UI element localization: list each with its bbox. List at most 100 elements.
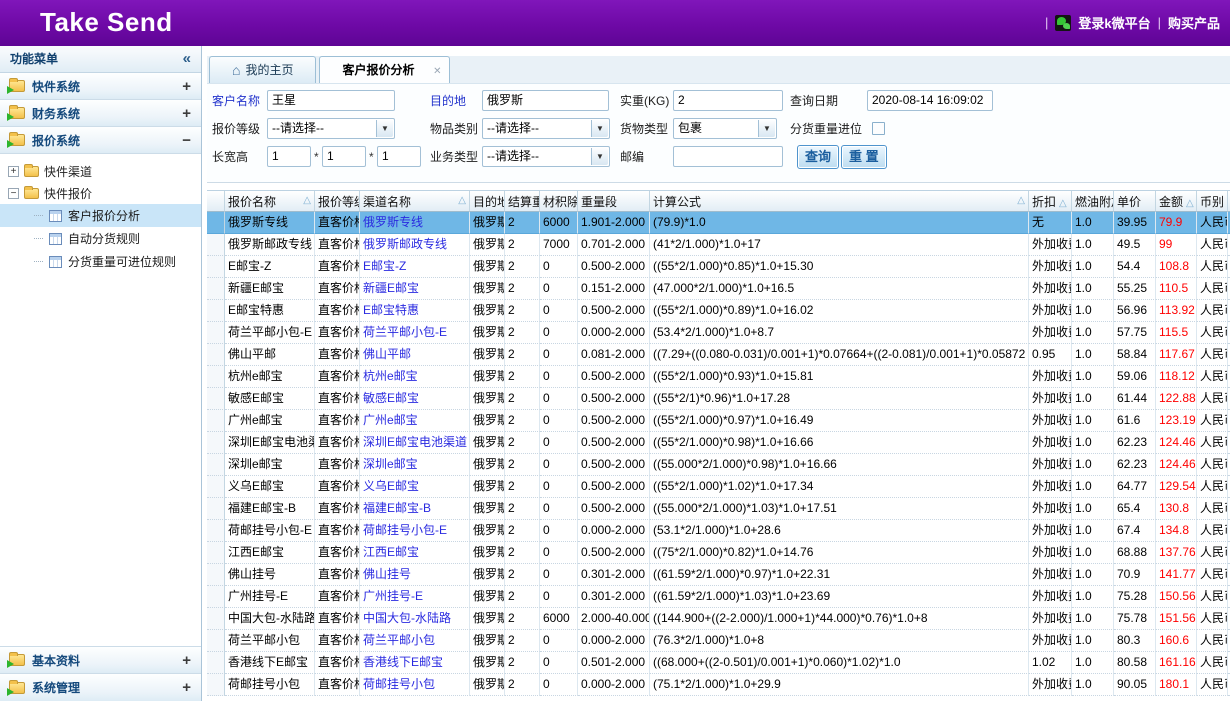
search-button[interactable]: 查询 — [797, 145, 839, 169]
sort-icon[interactable]: △ — [458, 195, 466, 206]
column-header-currency[interactable]: 币别△ — [1197, 191, 1228, 212]
table-row[interactable]: 福建E邮宝-B直客价格福建E邮宝-B俄罗斯200.500-2.000((55.0… — [207, 498, 1230, 520]
sort-icon[interactable]: △ — [1186, 198, 1194, 209]
zipcode-input[interactable] — [673, 146, 783, 167]
actual-weight-input[interactable]: 2 — [673, 90, 783, 111]
sort-icon[interactable]: △ — [303, 195, 311, 206]
channel-link[interactable]: 深圳e邮宝 — [363, 457, 418, 471]
table-row[interactable]: 荷兰平邮小包-E直客价格荷兰平邮小包-E俄罗斯200.000-2.000(53.… — [207, 322, 1230, 344]
buy-products-link[interactable]: 购买产品 — [1168, 13, 1220, 32]
tree-node-express-channel[interactable]: + 快件渠道 — [0, 160, 201, 182]
tab-my-home[interactable]: ⌂ 我的主页 — [209, 56, 316, 83]
sidebar-section-finance[interactable]: 财务系统 + — [0, 100, 201, 127]
channel-link[interactable]: 新疆E邮宝 — [363, 281, 419, 295]
channel-link[interactable]: 江西E邮宝 — [363, 545, 419, 559]
table-row[interactable]: 荷邮挂号小包-E直客价格荷邮挂号小包-E俄罗斯200.000-2.000(53.… — [207, 520, 1230, 542]
channel-link[interactable]: 俄罗斯邮政专线 — [363, 237, 447, 251]
business-type-select[interactable]: --请选择--▼ — [482, 146, 610, 167]
sidebar-item-auto-split-rule[interactable]: 自动分货规则 — [0, 227, 201, 250]
column-header-level[interactable]: 报价等级△ — [315, 191, 360, 212]
column-header-dest[interactable]: 目的地△ — [470, 191, 505, 212]
channel-link[interactable]: 中国大包-水陆路 — [363, 611, 451, 625]
collapse-sidebar-icon[interactable]: « — [183, 46, 191, 72]
channel-link[interactable]: 广州e邮宝 — [363, 413, 418, 427]
dropdown-arrow-icon[interactable]: ▼ — [591, 148, 608, 165]
table-row[interactable]: 中国大包-水陆路直客价格中国大包-水陆路俄罗斯260002.000-40.000… — [207, 608, 1230, 630]
channel-link[interactable]: 荷兰平邮小包 — [363, 633, 435, 647]
column-header-formula[interactable]: 计算公式△ — [650, 191, 1029, 212]
item-type-select[interactable]: --请选择--▼ — [482, 118, 610, 139]
channel-link[interactable]: 杭州e邮宝 — [363, 369, 418, 383]
expander-minus-icon[interactable]: − — [8, 188, 19, 199]
sidebar-section-quote[interactable]: 报价系统 − — [0, 127, 201, 154]
quote-level-select[interactable]: --请选择--▼ — [267, 118, 395, 139]
height-input[interactable]: 1 — [377, 146, 421, 167]
expand-icon[interactable]: + — [182, 679, 191, 696]
dropdown-arrow-icon[interactable]: ▼ — [758, 120, 775, 137]
channel-link[interactable]: 佛山平邮 — [363, 347, 411, 361]
table-row[interactable]: 新疆E邮宝直客价格新疆E邮宝俄罗斯200.151-2.000(47.000*2/… — [207, 278, 1230, 300]
table-row[interactable]: 杭州e邮宝直客价格杭州e邮宝俄罗斯200.500-2.000((55*2/1.0… — [207, 366, 1230, 388]
column-header-name[interactable]: 报价名称△ — [225, 191, 315, 212]
table-row[interactable]: 俄罗斯邮政专线直客价格俄罗斯邮政专线俄罗斯270000.701-2.000(41… — [207, 234, 1230, 256]
channel-link[interactable]: 佛山挂号 — [363, 567, 411, 581]
column-header-amount[interactable]: 金额△ — [1156, 191, 1197, 212]
table-row[interactable]: E邮宝特惠直客价格E邮宝特惠俄罗斯200.500-2.000((55*2/1.0… — [207, 300, 1230, 322]
goods-type-select[interactable]: 包裹▼ — [673, 118, 777, 139]
expand-icon[interactable]: + — [182, 105, 191, 122]
sort-icon[interactable]: △ — [1059, 198, 1067, 209]
table-row[interactable]: 佛山挂号直客价格佛山挂号俄罗斯200.301-2.000((61.59*2/1.… — [207, 564, 1230, 586]
channel-link[interactable]: 荷邮挂号小包-E — [363, 523, 447, 537]
table-row[interactable]: 俄罗斯专线直客价格俄罗斯专线俄罗斯260001.901-2.000(79.9)*… — [207, 212, 1230, 234]
length-input[interactable]: 1 — [267, 146, 311, 167]
table-row[interactable]: 广州挂号-E直客价格广州挂号-E俄罗斯200.301-2.000((61.59*… — [207, 586, 1230, 608]
channel-link[interactable]: 敏感E邮宝 — [363, 391, 419, 405]
expand-icon[interactable]: + — [182, 652, 191, 669]
sidebar-item-customer-quote-analysis[interactable]: 客户报价分析 — [0, 204, 201, 227]
query-date-input[interactable]: 2020-08-14 16:09:02 — [867, 90, 993, 111]
table-row[interactable]: E邮宝-Z直客价格E邮宝-Z俄罗斯200.500-2.000((55*2/1.0… — [207, 256, 1230, 278]
table-row[interactable]: 江西E邮宝直客价格江西E邮宝俄罗斯200.500-2.000((75*2/1.0… — [207, 542, 1230, 564]
table-row[interactable]: 佛山平邮直客价格佛山平邮俄罗斯200.081-2.000((7.29+((0.0… — [207, 344, 1230, 366]
table-row[interactable]: 荷邮挂号小包直客价格荷邮挂号小包俄罗斯200.000-2.000(75.1*2/… — [207, 674, 1230, 696]
channel-link[interactable]: 荷兰平邮小包-E — [363, 325, 447, 339]
sidebar-section-basic-data[interactable]: 基本资料 + — [0, 647, 201, 674]
channel-link[interactable]: 俄罗斯专线 — [363, 215, 423, 229]
column-header-discount[interactable]: 折扣△ — [1029, 191, 1072, 212]
table-row[interactable]: 深圳E邮宝电池渠道直客价格深圳E邮宝电池渠道俄罗斯200.500-2.000((… — [207, 432, 1230, 454]
reset-button[interactable]: 重 置 — [841, 145, 887, 169]
column-header-settle[interactable]: 结算重量△ — [505, 191, 540, 212]
tab-customer-quote-analysis[interactable]: 客户报价分析 ✕ — [319, 56, 449, 83]
expander-plus-icon[interactable]: + — [8, 166, 19, 177]
width-input[interactable]: 1 — [322, 146, 366, 167]
close-tab-icon[interactable]: ✕ — [433, 59, 441, 85]
destination-input[interactable]: 俄罗斯 — [482, 90, 609, 111]
channel-link[interactable]: E邮宝-Z — [363, 259, 406, 273]
split-weight-carry-checkbox[interactable] — [872, 122, 885, 135]
sort-icon[interactable]: △ — [1017, 195, 1025, 206]
table-row[interactable]: 深圳e邮宝直客价格深圳e邮宝俄罗斯200.500-2.000((55.000*2… — [207, 454, 1230, 476]
table-row[interactable]: 敏感E邮宝直客价格敏感E邮宝俄罗斯200.500-2.000((55*2/1)*… — [207, 388, 1230, 410]
table-row[interactable]: 义乌E邮宝直客价格义乌E邮宝俄罗斯200.500-2.000((55*2/1.0… — [207, 476, 1230, 498]
sidebar-section-express[interactable]: 快件系统 + — [0, 73, 201, 100]
sidebar-item-split-weight-carry-rule[interactable]: 分货重量可进位规则 — [0, 250, 201, 273]
channel-link[interactable]: 广州挂号-E — [363, 589, 423, 603]
expand-icon[interactable]: + — [182, 78, 191, 95]
table-row[interactable]: 香港线下E邮宝直客价格香港线下E邮宝俄罗斯200.501-2.000((68.0… — [207, 652, 1230, 674]
login-link[interactable]: 登录k微平台 — [1078, 13, 1150, 32]
channel-link[interactable]: 荷邮挂号小包 — [363, 677, 435, 691]
column-header-divisor[interactable]: 材积除△ — [540, 191, 578, 212]
dropdown-arrow-icon[interactable]: ▼ — [591, 120, 608, 137]
table-row[interactable]: 广州e邮宝直客价格广州e邮宝俄罗斯200.500-2.000((55*2/1.0… — [207, 410, 1230, 432]
sidebar-section-system-admin[interactable]: 系统管理 + — [0, 674, 201, 701]
channel-link[interactable]: 深圳E邮宝电池渠道 — [363, 435, 467, 449]
dropdown-arrow-icon[interactable]: ▼ — [376, 120, 393, 137]
channel-link[interactable]: E邮宝特惠 — [363, 303, 419, 317]
column-header-fuel[interactable]: 燃油附加△ — [1072, 191, 1114, 212]
channel-link[interactable]: 义乌E邮宝 — [363, 479, 419, 493]
channel-link[interactable]: 福建E邮宝-B — [363, 501, 431, 515]
table-row[interactable]: 荷兰平邮小包直客价格荷兰平邮小包俄罗斯200.000-2.000(76.3*2/… — [207, 630, 1230, 652]
column-header-channel[interactable]: 渠道名称△ — [360, 191, 470, 212]
customer-name-input[interactable]: 王星 — [267, 90, 395, 111]
channel-link[interactable]: 香港线下E邮宝 — [363, 655, 443, 669]
